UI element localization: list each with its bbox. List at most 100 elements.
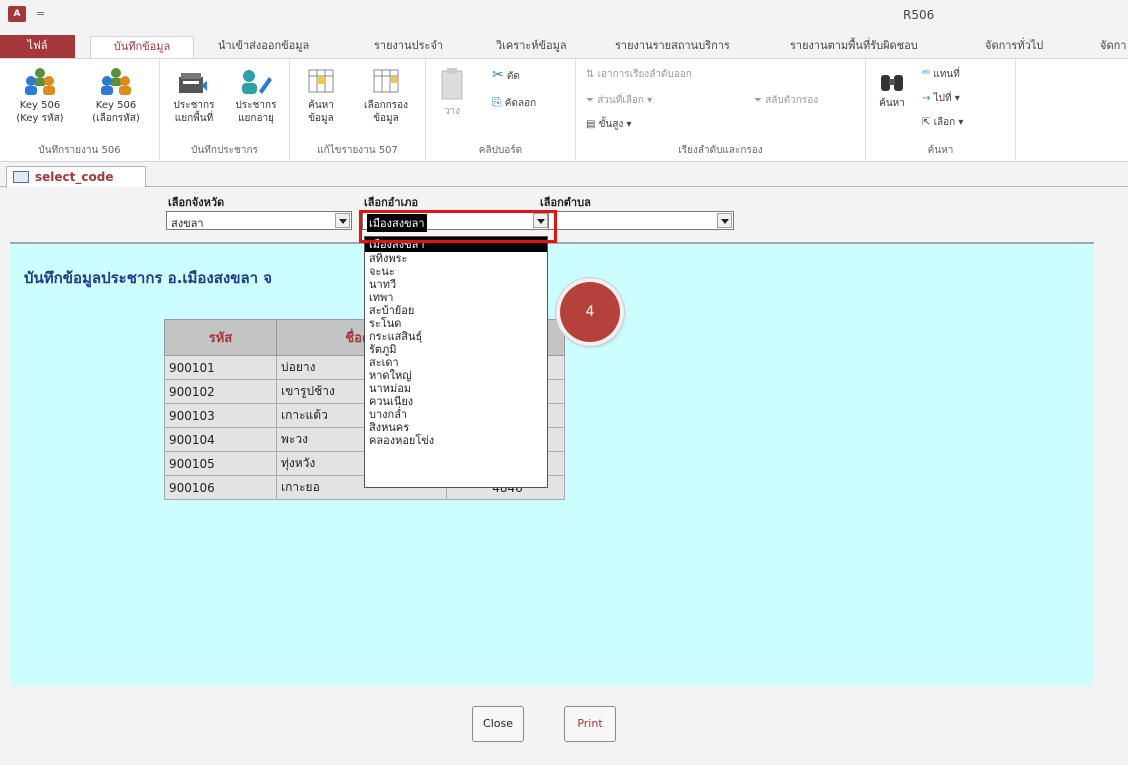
district-dropdown-list[interactable]: เมืองสงขลา สทิงพระ จะนะ นาทวี เทพา สะบ้า… (364, 236, 548, 488)
search-data-button[interactable]: ค้นหา ข้อมูล (294, 67, 348, 125)
advanced-label: ขั้นสูง ▾ (598, 119, 632, 130)
cell-code[interactable]: 900104 (164, 427, 277, 452)
quick-access-toolbar-icon[interactable]: = (36, 7, 45, 20)
filter-data-button[interactable]: เลือกกรอง ข้อมูล (350, 67, 422, 125)
annotation-highlight-box (359, 210, 557, 243)
advanced-filter-button[interactable]: ▤ ขั้นสูง ▾ (586, 117, 632, 132)
population-by-area-button[interactable]: ประชากร แยกพื้นที่ (164, 67, 224, 125)
col-header-code: รหัส (164, 319, 277, 356)
ribbon: Key 506 (Key รหัส) Key 506 (เลือกรหัส) บ… (0, 58, 1128, 162)
province-label: เลือกจังหวัด (168, 196, 225, 209)
population-area-icon (179, 73, 207, 93)
province-combobox[interactable]: สงขลา (166, 211, 352, 230)
replace-button[interactable]: ᵃᵇ แทนที่ (922, 67, 960, 82)
close-button[interactable]: Close (472, 706, 524, 742)
subdistrict-combobox[interactable] (548, 211, 734, 230)
ribbon-tabs: ไฟล์ บันทึกข้อมูล นำเข้าส่งออกข้อมูล ราย… (0, 32, 1128, 58)
paste-button[interactable]: วาง (432, 67, 472, 118)
cut-button[interactable]: ✂ ตัด (492, 67, 520, 84)
form-footer: Close Print (10, 686, 1094, 765)
search-data-label2: ข้อมูล (308, 113, 334, 124)
chevron-down-icon[interactable] (335, 213, 350, 228)
toggle-filter-button[interactable]: ⏷ สลับตัวกรอง (754, 93, 818, 108)
scissors-icon: ✂ (492, 67, 504, 83)
key-506-select-button[interactable]: Key 506 (เลือกรหัส) (78, 67, 154, 125)
step-number-badge: 4 (560, 282, 620, 342)
find-button[interactable]: ค้นหา (872, 69, 912, 110)
tab-analysis[interactable]: วิเคราะห์ข้อมูล (496, 36, 567, 58)
dropdown-option[interactable]: จะนะ (365, 265, 547, 278)
binoculars-icon (881, 75, 903, 91)
document-tab-select-code[interactable]: select_code (6, 166, 146, 188)
filter-icon: ⏷ (586, 95, 594, 106)
dropdown-option[interactable]: สิงหนคร (365, 421, 547, 434)
group-find: ค้นหา ᵃᵇ แทนที่ → ไปที่ ▾ ⇱ เลือก ▾ ค้นห… (866, 59, 1016, 161)
dropdown-option[interactable]: สะเดา (365, 356, 547, 369)
selection-filter-button[interactable]: ⏷ ส่วนที่เลือก ▾ (586, 93, 652, 108)
select-button[interactable]: ⇱ เลือก ▾ (922, 115, 963, 130)
dropdown-option[interactable]: หาดใหญ่ (365, 369, 547, 382)
cell-code[interactable]: 900103 (164, 403, 277, 428)
remove-sort-button[interactable]: ⇅ เอาการเรียงลำดับออก (586, 67, 692, 82)
cell-code[interactable]: 900102 (164, 379, 277, 404)
document-tabs: select_code (0, 163, 1128, 188)
cell-code[interactable]: 900105 (164, 451, 277, 476)
print-button[interactable]: Print (564, 706, 616, 742)
title-bar: A = R506 (0, 0, 1128, 32)
tab-routine-reports[interactable]: รายงานประจำ (374, 36, 443, 58)
tab-import-export[interactable]: นำเข้าส่งออกข้อมูล (218, 36, 309, 58)
dropdown-option[interactable]: รัตภูมิ (365, 343, 547, 356)
group-population: ประชากร แยกพื้นที่ ประชากร แยกอายุ บันทึ… (160, 59, 290, 161)
replace-icon: ᵃᵇ (922, 69, 931, 80)
group-label-sort-filter: เรียงลำดับและกรอง (678, 145, 763, 156)
dropdown-option[interactable]: เทพา (365, 291, 547, 304)
people-icon (25, 68, 55, 95)
dropdown-option[interactable]: สะบ้าย้อย (365, 304, 547, 317)
dropdown-option[interactable]: ควนเนียง (365, 395, 547, 408)
population-area-label2: แยกพื้นที่ (174, 113, 214, 124)
tab-service-reports[interactable]: รายงานรายสถานบริการ (615, 36, 730, 58)
tab-area-reports[interactable]: รายงานตามพื้นที่รับผิดชอบ (790, 36, 918, 58)
province-value: สงขลา (171, 217, 204, 230)
cell-code[interactable]: 900106 (164, 475, 277, 500)
tab-more[interactable]: จัดกา (1100, 36, 1126, 58)
dropdown-option[interactable]: ระโนด (365, 317, 547, 330)
dropdown-option[interactable]: สทิงพระ (365, 252, 547, 265)
find-label: ค้นหา (879, 98, 905, 109)
cell-code[interactable]: 900101 (164, 355, 277, 380)
select-label: เลือก ▾ (933, 117, 964, 128)
group-edit-507: ค้นหา ข้อมูล เลือกกรอง ข้อมูล แก้ไขรายงา… (290, 59, 426, 161)
tab-general[interactable]: จัดการทั่วไป (985, 36, 1043, 58)
document-tab-label: select_code (35, 170, 114, 184)
tab-file[interactable]: ไฟล์ (0, 35, 75, 58)
group-label-report-506: บันทึกรายงาน 506 (38, 145, 121, 156)
dropdown-option[interactable]: นาหม่อม (365, 382, 547, 395)
filter-data-label1: เลือกกรอง (364, 100, 408, 111)
arrow-right-icon: → (922, 93, 931, 104)
district-label: เลือกอำเภอ (364, 196, 419, 209)
copy-button[interactable]: ⎘ คัดลอก (492, 95, 536, 111)
group-report-506: Key 506 (Key รหัส) Key 506 (เลือกรหัส) บ… (0, 59, 160, 161)
key-506-select-label1: Key 506 (95, 100, 137, 111)
population-area-label1: ประชากร (173, 100, 215, 111)
tab-record-data[interactable]: บันทึกข้อมูล (90, 36, 194, 58)
clipboard-icon (441, 68, 463, 100)
population-by-age-button[interactable]: ประชากร แยกอายุ (226, 67, 286, 125)
dropdown-option[interactable]: นาทวี (365, 278, 547, 291)
table-search-icon (308, 69, 334, 93)
dropdown-option[interactable]: กระแสสินธุ์ (365, 330, 547, 343)
remove-sort-label: เอาการเรียงลำดับออก (597, 69, 692, 80)
search-data-label1: ค้นหา (308, 100, 334, 111)
group-label-find: ค้นหา (927, 145, 954, 156)
dropdown-option[interactable]: คลองหอยโข่ง (365, 434, 547, 447)
dropdown-option[interactable]: บางกล่ำ (365, 408, 547, 421)
goto-button[interactable]: → ไปที่ ▾ (922, 91, 960, 106)
population-age-icon (242, 70, 272, 94)
subdistrict-label: เลือกตำบล (540, 196, 591, 209)
group-label-clipboard: คลิปบอร์ด (478, 145, 523, 156)
filter-data-label2: ข้อมูล (373, 113, 399, 124)
chevron-down-icon[interactable] (717, 213, 732, 228)
key-506-code-button[interactable]: Key 506 (Key รหัส) (4, 67, 76, 125)
cut-label: ตัด (506, 71, 520, 82)
population-age-label1: ประชากร (235, 100, 277, 111)
